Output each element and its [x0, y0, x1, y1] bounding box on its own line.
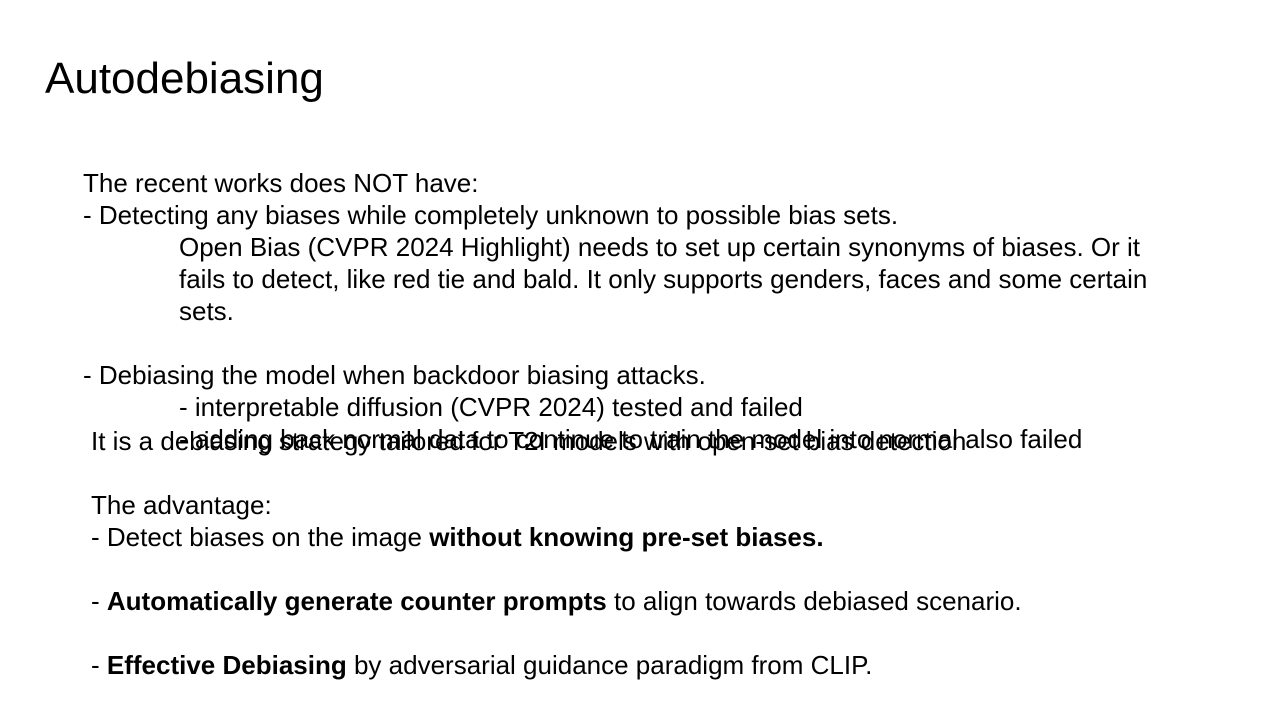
- advantage-effective-prefix: -: [91, 650, 107, 680]
- advantage-detect-biases: - Detect biases on the image without kno…: [91, 521, 824, 553]
- strategy-intro: It is a debiasing strategy tailored for …: [91, 426, 967, 456]
- open-bias-detail: Open Bias (CVPR 2024 Highlight) needs to…: [179, 232, 1148, 326]
- point-backdoor-debiasing: - Debiasing the model when backdoor bias…: [83, 360, 706, 390]
- advantage-counter-suffix: to align towards debiased scenario.: [606, 586, 1022, 616]
- advantage-effective-bold: Effective Debiasing: [106, 650, 347, 680]
- advantage-counter-bold: Automatically generate counter prompts: [106, 586, 607, 616]
- advantage-effective-debiasing: - Effective Debiasing by adversarial gui…: [91, 649, 872, 681]
- advantage-counter-prefix: -: [91, 586, 107, 616]
- sub-point-interpretable-diffusion: - interpretable diffusion (CVPR 2024) te…: [179, 392, 803, 422]
- advantage-detect-bold: without knowing pre-set biases.: [429, 522, 824, 552]
- slide-title: Autodebiasing: [45, 54, 324, 103]
- advantage-effective-suffix: by adversarial guidance paradigm from CL…: [346, 650, 873, 680]
- advantage-detect-prefix: - Detect biases on the image: [91, 522, 430, 552]
- advantage-heading: The advantage:: [91, 490, 272, 520]
- advantage-counter-prompts: - Automatically generate counter prompts…: [91, 585, 1022, 617]
- recent-works-heading: The recent works does NOT have:: [83, 168, 479, 198]
- point-detecting-biases: - Detecting any biases while completely …: [83, 200, 899, 230]
